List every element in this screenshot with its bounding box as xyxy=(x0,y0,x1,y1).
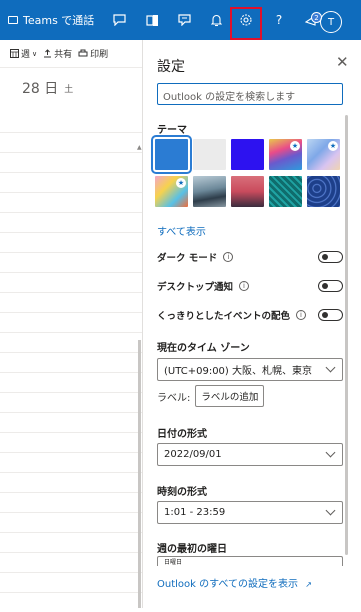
open-external-icon: ↗ xyxy=(305,580,312,589)
week-view-dropdown[interactable]: 週 ∨ xyxy=(10,47,37,60)
dark-mode-row: ダーク モード i xyxy=(157,248,343,266)
dark-mode-label: ダーク モード xyxy=(157,253,218,264)
timezone-value: (UTC+09:00) 大阪、札幌、東京 xyxy=(164,366,313,377)
office-button[interactable] xyxy=(139,0,165,40)
timezone-label: 現在のタイム ゾーン xyxy=(157,343,250,354)
theme-light-gray[interactable] xyxy=(193,139,226,170)
share-button[interactable]: 共有 xyxy=(43,47,72,60)
share-label: 共有 xyxy=(54,50,73,60)
info-icon[interactable]: i xyxy=(296,310,307,320)
calendar-day-of-week: 土 xyxy=(64,84,74,95)
calendar-date: 28 日 xyxy=(22,81,59,97)
settings-search-input[interactable]: Outlook の設定を検索します xyxy=(157,83,343,105)
teams-call-button[interactable]: Teams で通話 xyxy=(8,0,94,40)
teams-call-label: Teams で通話 xyxy=(23,14,95,27)
theme-circuit-image[interactable] xyxy=(269,176,302,207)
theme-wave-image[interactable]: ★ xyxy=(307,139,340,170)
feedback-icon xyxy=(177,14,191,26)
scroll-up-arrow-icon[interactable]: ▲ xyxy=(137,144,142,151)
first-day-value: 日曜日 xyxy=(164,559,183,566)
theme-mountain-image[interactable] xyxy=(193,176,226,207)
show-all-themes-link[interactable]: すべて表示 xyxy=(157,223,206,238)
time-format-select[interactable]: 1:01 - 23:59 xyxy=(157,501,343,524)
info-icon[interactable]: i xyxy=(223,252,234,262)
star-icon: ★ xyxy=(290,141,300,151)
desktop-notifications-label: デスクトップ通知 xyxy=(157,282,234,293)
info-icon[interactable]: i xyxy=(239,281,250,291)
teams-call-icon xyxy=(8,16,18,24)
chevron-down-icon xyxy=(325,362,336,373)
top-bar: Teams で通話 ? 2 T xyxy=(0,0,361,40)
feedback-button[interactable] xyxy=(171,0,197,40)
view-all-settings-label: Outlook のすべての設定を表示 xyxy=(157,579,299,590)
timezone-select[interactable]: (UTC+09:00) 大阪、札幌、東京 xyxy=(157,358,343,381)
help-icon: ? xyxy=(275,13,283,27)
notifications-button[interactable] xyxy=(203,0,229,40)
print-icon xyxy=(78,49,88,57)
chevron-down-icon: ∨ xyxy=(32,49,38,58)
date-format-select[interactable]: 2022/09/01 xyxy=(157,443,343,466)
theme-palette-image[interactable]: ★ xyxy=(155,176,188,207)
desktop-notifications-toggle[interactable] xyxy=(318,280,343,292)
settings-title: 設定 xyxy=(157,59,185,75)
calendar-scrollbar[interactable] xyxy=(138,340,141,608)
high-contrast-events-toggle[interactable] xyxy=(318,309,343,321)
time-format-label: 時刻の形式 xyxy=(157,487,207,498)
print-label: 印刷 xyxy=(90,50,109,60)
calendar-pane: 週 ∨ 共有 印刷 28 日 土 ▲ xyxy=(0,40,143,608)
settings-scrollbar[interactable] xyxy=(345,115,348,555)
desktop-notifications-row: デスクトップ通知 i xyxy=(157,277,343,295)
settings-footer: Outlook のすべての設定を表示 ↗ xyxy=(143,567,361,608)
share-icon xyxy=(44,49,52,58)
theme-rainbow-image[interactable]: ★ xyxy=(269,139,302,170)
dark-mode-toggle[interactable] xyxy=(318,251,343,263)
settings-highlight-box xyxy=(230,7,262,40)
first-day-select[interactable]: 日曜日 xyxy=(157,556,343,566)
add-label-button[interactable]: ラベルの追加 xyxy=(195,385,265,407)
calendar-day-header[interactable]: 28 日 土 xyxy=(0,68,142,108)
first-day-label: 週の最初の曜日 xyxy=(157,544,227,555)
time-format-value: 1:01 - 23:59 xyxy=(164,507,226,518)
label-prefix: ラベル: xyxy=(157,392,191,404)
star-icon: ★ xyxy=(176,178,186,188)
calendar-toolbar: 週 ∨ 共有 印刷 xyxy=(0,40,142,68)
close-icon[interactable]: ✕ xyxy=(336,53,349,71)
theme-indigo[interactable] xyxy=(231,139,264,170)
theme-sunset-image[interactable] xyxy=(231,176,264,207)
theme-blue[interactable] xyxy=(151,135,192,174)
week-view-label: 週 xyxy=(21,50,31,60)
help-button[interactable]: ? xyxy=(266,0,292,40)
office-icon xyxy=(145,14,158,26)
chat-icon xyxy=(112,14,126,26)
star-icon: ★ xyxy=(328,141,338,151)
settings-panel: 設定 ✕ Outlook の設定を検索します テーマ ★ ★ ★ すべて表示 ダ… xyxy=(143,40,361,608)
avatar[interactable]: T xyxy=(320,11,342,33)
high-contrast-events-label: くっきりとしたイベントの配色 xyxy=(157,311,291,322)
chevron-down-icon xyxy=(325,447,336,458)
theme-blueprint-image[interactable] xyxy=(307,176,340,207)
print-button[interactable]: 印刷 xyxy=(78,47,108,60)
chevron-down-icon xyxy=(325,505,336,516)
date-format-value: 2022/09/01 xyxy=(164,449,222,460)
bell-icon xyxy=(210,14,222,26)
timezone-label-row: ラベル: ラベルの追加 xyxy=(157,385,265,407)
high-contrast-events-row: くっきりとしたイベントの配色 i xyxy=(157,306,343,324)
calendar-grid-icon xyxy=(10,49,19,58)
calendar-hour-grid[interactable] xyxy=(0,132,142,612)
date-format-label: 日付の形式 xyxy=(157,429,207,440)
view-all-settings-link[interactable]: Outlook のすべての設定を表示 ↗ xyxy=(157,575,312,590)
theme-section-label: テーマ xyxy=(157,125,187,136)
chat-button[interactable] xyxy=(106,0,132,40)
